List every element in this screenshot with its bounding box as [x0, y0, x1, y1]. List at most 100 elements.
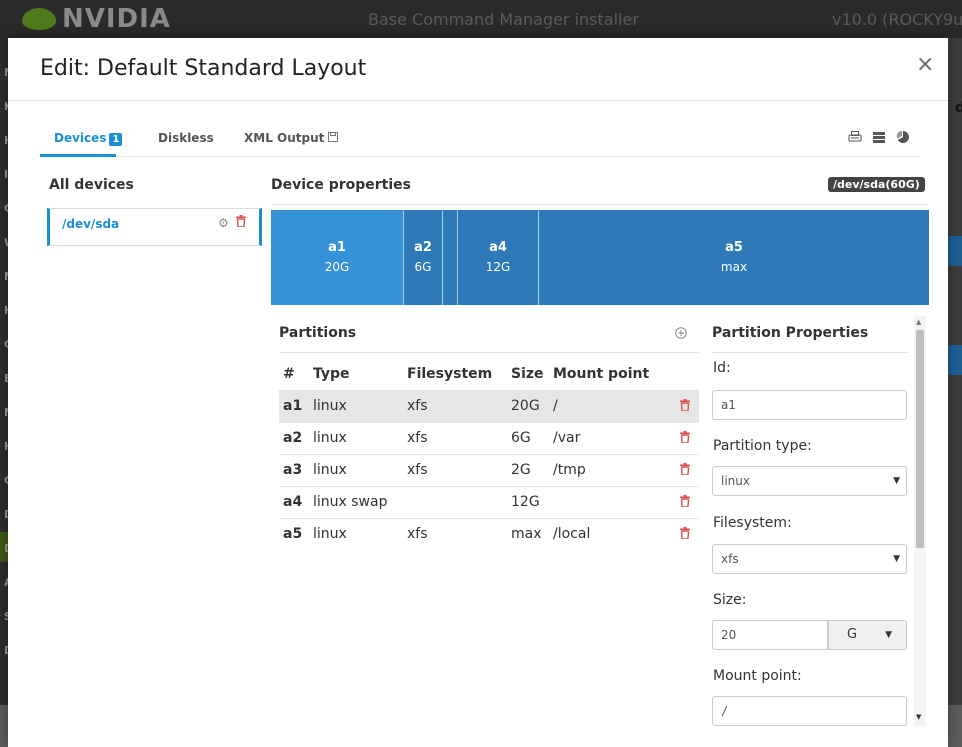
partition-segment-a1[interactable]: a1 20G — [271, 210, 403, 305]
partition-id: a4 — [279, 485, 309, 518]
column-header-size: Size — [511, 365, 544, 382]
chevron-down-icon: ▼ — [893, 476, 900, 486]
tab-diskless-label: Diskless — [158, 131, 214, 145]
mount-point-label: Mount point: — [713, 668, 802, 684]
size-unit-select[interactable]: G ▼ — [828, 620, 907, 650]
divider — [271, 204, 929, 205]
partition-type: linux — [309, 421, 403, 454]
table-row[interactable]: a1 linux xfs 20G / — [279, 389, 699, 422]
chevron-down-icon: ▼ — [893, 554, 900, 564]
partition-properties-title: Partition Properties — [712, 325, 869, 341]
partitions-title: Partitions — [279, 325, 357, 341]
partition-size: max — [507, 517, 549, 550]
partition-size: 2G — [507, 453, 549, 486]
scroll-up-icon[interactable]: ▲ — [916, 318, 921, 326]
partition-id-input[interactable]: a1 — [712, 390, 907, 420]
device-size-label: /dev/sda(60G) — [828, 177, 925, 192]
mount-point-input[interactable]: / — [712, 696, 907, 726]
delete-partition-icon[interactable] — [667, 485, 699, 518]
partition-type-value: linux — [721, 474, 750, 488]
partition-mount — [549, 485, 667, 518]
disk-stack-icon[interactable] — [872, 130, 888, 146]
close-icon[interactable]: × — [916, 52, 934, 77]
scroll-down-icon[interactable]: ▼ — [916, 713, 921, 721]
divider — [712, 352, 908, 353]
column-header-number: # — [283, 365, 295, 382]
partition-filesystem: xfs — [403, 389, 507, 422]
gear-icon[interactable]: ⚙ — [218, 216, 229, 230]
delete-partition-icon[interactable] — [667, 421, 699, 454]
partition-segment-a4[interactable]: a4 12G — [458, 210, 538, 305]
device-list-item[interactable]: /dev/sda ⚙ — [47, 208, 262, 246]
partition-segment-a3[interactable] — [443, 210, 457, 305]
segment-size: max — [720, 260, 748, 274]
partition-filesystem: xfs — [403, 453, 507, 486]
column-header-actions — [667, 358, 699, 390]
table-row[interactable]: a4 linux swap 12G — [279, 485, 699, 518]
edit-layout-modal: Edit: Default Standard Layout × Devices 1… — [8, 38, 948, 747]
partition-mount: / — [549, 389, 667, 422]
segment-name: a4 — [489, 240, 507, 255]
partition-type: linux — [309, 517, 403, 550]
id-label: Id: — [713, 360, 731, 376]
filesystem-label: Filesystem: — [713, 515, 792, 531]
add-partition-icon[interactable] — [675, 327, 687, 343]
partition-mount: /local — [549, 517, 667, 550]
size-unit-value: G — [847, 627, 858, 642]
partition-filesystem — [403, 485, 507, 518]
delete-partition-icon[interactable] — [667, 389, 699, 422]
right-panel-letter: d — [955, 100, 962, 116]
app-title: Base Command Manager installer — [368, 10, 639, 29]
column-header-mount-point: Mount point — [553, 365, 650, 382]
size-input[interactable]: 20 — [712, 620, 828, 650]
partition-segment-a2[interactable]: a2 6G — [404, 210, 442, 305]
tab-xml-output[interactable]: XML Output — [244, 131, 339, 145]
table-row[interactable]: a5 linux xfs max /local — [279, 517, 699, 550]
all-devices-title: All devices — [49, 177, 134, 193]
pie-chart-icon[interactable] — [896, 130, 912, 146]
column-header-filesystem: Filesystem — [407, 365, 493, 382]
scrollbar-thumb[interactable] — [916, 330, 924, 548]
chevron-down-icon: ▼ — [885, 630, 892, 640]
segment-name: a1 — [328, 240, 346, 255]
segment-name: a2 — [414, 240, 432, 255]
app-header: NVIDIA Base Command Manager installer v1… — [0, 0, 962, 38]
filesystem-select[interactable]: xfs ▼ — [712, 544, 907, 574]
column-header-type: Type — [313, 365, 350, 382]
segment-size: 12G — [485, 260, 511, 274]
modal-header: Edit: Default Standard Layout × — [8, 38, 948, 101]
partition-mount: /var — [549, 421, 667, 454]
print-icon[interactable] — [848, 130, 864, 146]
delete-partition-icon[interactable] — [667, 453, 699, 486]
table-row[interactable]: a2 linux xfs 6G /var — [279, 421, 699, 454]
tab-xml-output-label: XML Output — [244, 131, 325, 145]
partition-type: linux swap — [309, 485, 403, 518]
delete-partition-icon[interactable] — [667, 517, 699, 550]
partitions-table: # Type Filesystem Size Mount point a1 li… — [279, 358, 699, 550]
table-row[interactable]: a3 linux xfs 2G /tmp — [279, 453, 699, 486]
devices-count-badge: 1 — [109, 133, 123, 146]
filesystem-value: xfs — [721, 552, 739, 566]
partition-segment-a5[interactable]: a5 max — [539, 210, 929, 305]
segment-size: 6G — [414, 260, 432, 274]
nvidia-logo: NVIDIA — [22, 4, 192, 34]
tab-bar: Devices 1 Diskless XML Output — [40, 129, 920, 157]
active-tab-indicator — [40, 154, 116, 157]
tab-devices-label: Devices — [54, 131, 107, 145]
partition-size: 20G — [507, 389, 549, 422]
tab-diskless[interactable]: Diskless — [158, 131, 214, 145]
partition-size: 12G — [507, 485, 549, 518]
partition-type-label: Partition type: — [713, 438, 812, 454]
partition-mount: /tmp — [549, 453, 667, 486]
properties-scrollbar[interactable]: ▲ ▼ — [914, 316, 926, 726]
device-name: /dev/sda — [62, 217, 120, 231]
partition-id: a1 — [279, 389, 309, 422]
partition-type: linux — [309, 453, 403, 486]
tab-devices[interactable]: Devices 1 — [54, 131, 123, 146]
delete-device-icon[interactable] — [232, 215, 246, 230]
partition-filesystem: xfs — [403, 517, 507, 550]
partition-type-select[interactable]: linux ▼ — [712, 466, 907, 496]
table-header-row: # Type Filesystem Size Mount point — [279, 358, 699, 390]
brand-name: NVIDIA — [62, 4, 171, 34]
segment-size: 20G — [324, 260, 350, 274]
